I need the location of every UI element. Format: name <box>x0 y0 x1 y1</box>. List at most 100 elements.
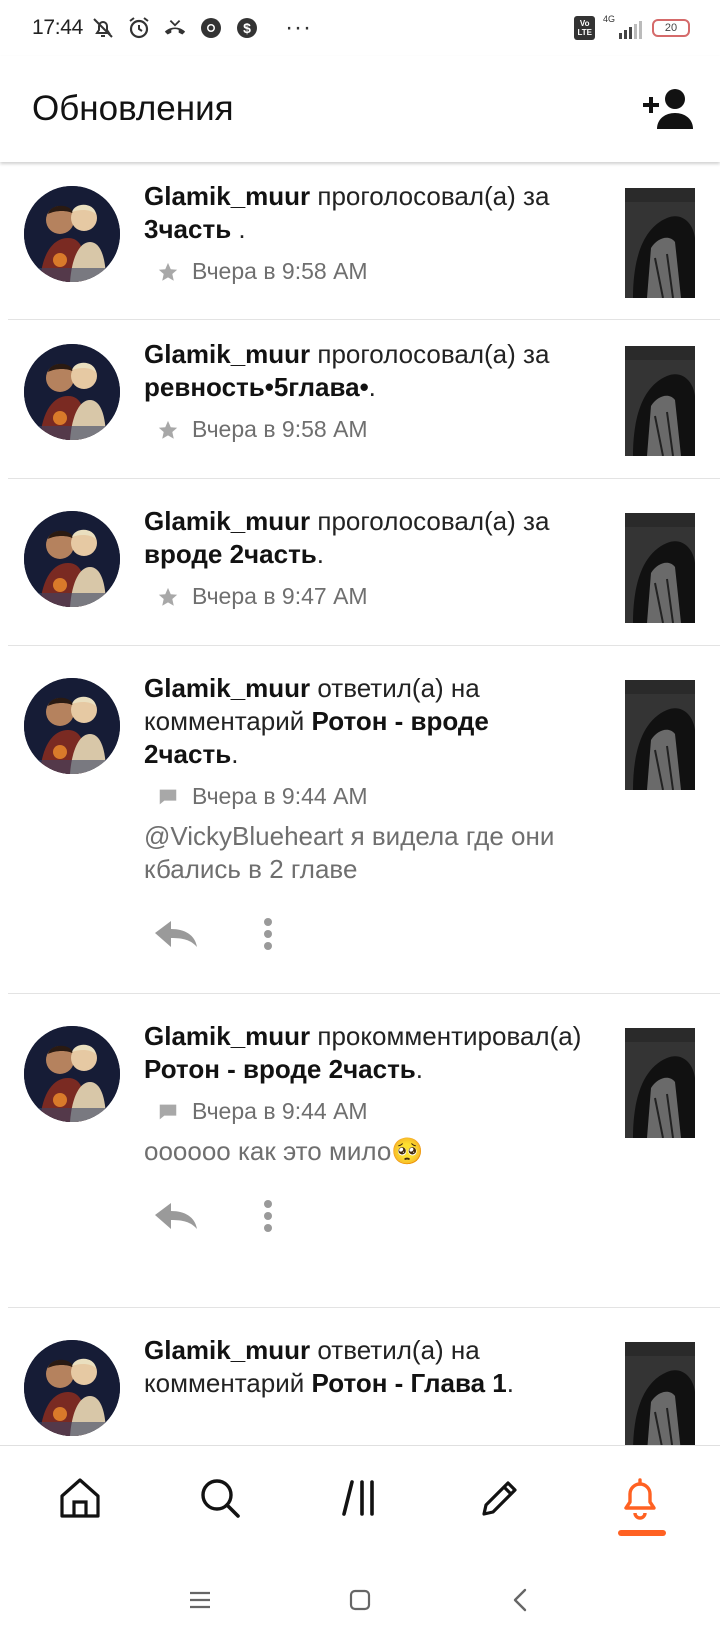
bell-off-icon <box>91 16 115 40</box>
username-link[interactable]: Glamik_muur <box>144 506 310 536</box>
comment-actions <box>144 912 584 956</box>
feed-item-content: Glamik_muur проголосовал(а) за ревность•… <box>144 338 584 443</box>
story-link[interactable]: 3часть <box>144 214 231 244</box>
user-avatar[interactable] <box>24 511 120 607</box>
comment-icon <box>156 785 180 809</box>
recent-apps-button[interactable] <box>180 1580 220 1620</box>
page-title: Обновления <box>32 89 234 128</box>
story-link[interactable]: ревность•5глава• <box>144 372 369 402</box>
action-text: проголосовал(а) за <box>310 339 550 369</box>
user-avatar[interactable] <box>24 1026 120 1122</box>
feed-item[interactable]: Glamik_muur ответил(а) на комментарий Ро… <box>8 1308 720 1445</box>
more-options-button[interactable] <box>242 1194 294 1238</box>
svg-text:$: $ <box>243 20 251 36</box>
timestamp: Вчера в 9:44 AM <box>192 1098 368 1124</box>
status-time: 17:44 <box>32 16 84 39</box>
username-link[interactable]: Glamik_muur <box>144 339 310 369</box>
feed-item[interactable]: Glamik_muur проголосовал(а) за ревность•… <box>8 320 720 479</box>
recent-apps-icon <box>190 1591 210 1609</box>
action-text: проголосовал(а) за <box>310 506 550 536</box>
username-link[interactable]: Glamik_muur <box>144 673 310 703</box>
nav-search[interactable] <box>180 1458 260 1538</box>
reply-button[interactable] <box>150 1194 202 1238</box>
notifications-icon <box>624 1478 656 1520</box>
headline-suffix: . <box>231 214 246 244</box>
reply-icon <box>155 1203 197 1229</box>
chrome-icon <box>199 16 223 40</box>
updates-feed: Glamik_muur проголосовал(а) за 3часть . … <box>0 162 720 1445</box>
username-link[interactable]: Glamik_muur <box>144 1335 310 1365</box>
comment-icon <box>156 1100 180 1124</box>
signal-icon: 4G <box>603 14 642 39</box>
story-cover[interactable] <box>625 1342 695 1445</box>
bottom-navigation <box>0 1445 720 1550</box>
feed-item-headline: Glamik_muur ответил(а) на комментарий Ро… <box>144 1334 584 1400</box>
feed-item-content: Glamik_muur проголосовал(а) за 3часть . … <box>144 180 584 285</box>
feed-item-headline: Glamik_muur проголосовал(а) за ревность•… <box>144 338 584 404</box>
nav-library[interactable] <box>320 1458 400 1538</box>
timestamp: Вчера в 9:47 AM <box>192 583 368 609</box>
action-text: прокомментировал(а) <box>310 1021 582 1051</box>
feed-item-headline: Glamik_muur прокомментировал(а) Ротон - … <box>144 1020 584 1086</box>
home-button-icon <box>349 1589 371 1611</box>
story-link[interactable]: вроде 2часть <box>144 539 317 569</box>
headline-suffix: . <box>316 539 325 569</box>
back-icon <box>513 1588 527 1612</box>
user-avatar[interactable] <box>24 678 120 774</box>
comment-actions <box>144 1194 584 1238</box>
add-friend-button[interactable] <box>640 84 696 134</box>
status-system-icons: Vo LTE 4G 20 <box>574 14 690 40</box>
battery-indicator: 20 <box>652 19 690 37</box>
headline-suffix: . <box>506 1368 514 1398</box>
comment-text: оооооо как это мило🥺 <box>144 1136 424 1166</box>
feed-item-headline: Glamik_muur проголосовал(а) за вроде 2ча… <box>144 505 584 571</box>
feed-item-headline: Glamik_muur ответил(а) на комментарий Ро… <box>144 672 584 771</box>
feed-item-content: Glamik_muur проголосовал(а) за вроде 2ча… <box>144 505 584 610</box>
dollar-app-icon: $ <box>235 16 259 40</box>
nav-write[interactable] <box>460 1458 540 1538</box>
status-notification-icons: $ ··· <box>91 14 312 42</box>
more-options-button[interactable] <box>242 912 294 956</box>
story-cover[interactable] <box>625 1028 695 1138</box>
story-link[interactable]: Ротон - Глава 1 <box>312 1368 507 1398</box>
write-icon <box>482 1481 517 1516</box>
headline-suffix: . <box>231 739 239 769</box>
headline-suffix: . <box>368 372 376 402</box>
feed-item[interactable]: Glamik_muur прокомментировал(а) Ротон - … <box>8 994 720 1308</box>
story-link[interactable]: Ротон - вроде 2часть <box>144 1054 416 1084</box>
username-link[interactable]: Glamik_muur <box>144 181 310 211</box>
star-icon <box>156 418 180 442</box>
search-icon <box>201 1479 240 1518</box>
story-cover[interactable] <box>625 513 695 623</box>
feed-item-meta: Вчера в 9:58 AM <box>144 258 584 285</box>
reply-button[interactable] <box>150 912 202 956</box>
feed-item-meta: Вчера в 9:47 AM <box>144 583 584 610</box>
missed-call-icon <box>163 16 187 40</box>
system-back-button[interactable] <box>500 1580 540 1620</box>
feed-item-meta: Вчера в 9:44 AM <box>144 783 584 810</box>
feed-item[interactable]: Glamik_muur ответил(а) на комментарий Ро… <box>8 646 720 994</box>
user-avatar[interactable] <box>24 1340 120 1436</box>
feed-item[interactable]: Glamik_muur проголосовал(а) за 3часть . … <box>8 162 720 320</box>
volte-icon: Vo LTE <box>574 16 595 40</box>
feed-item[interactable]: Glamik_muur проголосовал(а) за вроде 2ча… <box>8 479 720 646</box>
library-icon <box>342 1480 374 1516</box>
more-vertical-icon <box>264 1200 272 1232</box>
alarm-icon <box>127 16 151 40</box>
feed-item-content: Glamik_muur ответил(а) на комментарий Ро… <box>144 1334 584 1400</box>
user-avatar[interactable] <box>24 186 120 282</box>
username-link[interactable]: Glamik_muur <box>144 1021 310 1051</box>
system-home-button[interactable] <box>340 1580 380 1620</box>
headline-suffix: . <box>415 1054 424 1084</box>
story-cover[interactable] <box>625 188 695 298</box>
feed-item-content: Glamik_muur прокомментировал(а) Ротон - … <box>144 1020 584 1238</box>
nav-home[interactable] <box>40 1458 120 1538</box>
feed-item-meta: Вчера в 9:58 AM <box>144 416 584 443</box>
timestamp: Вчера в 9:58 AM <box>192 258 368 284</box>
user-avatar[interactable] <box>24 344 120 440</box>
nav-notifications[interactable] <box>600 1458 680 1538</box>
reply-icon <box>155 921 197 947</box>
story-cover[interactable] <box>625 346 695 456</box>
timestamp: Вчера в 9:58 AM <box>192 416 368 442</box>
story-cover[interactable] <box>625 680 695 790</box>
